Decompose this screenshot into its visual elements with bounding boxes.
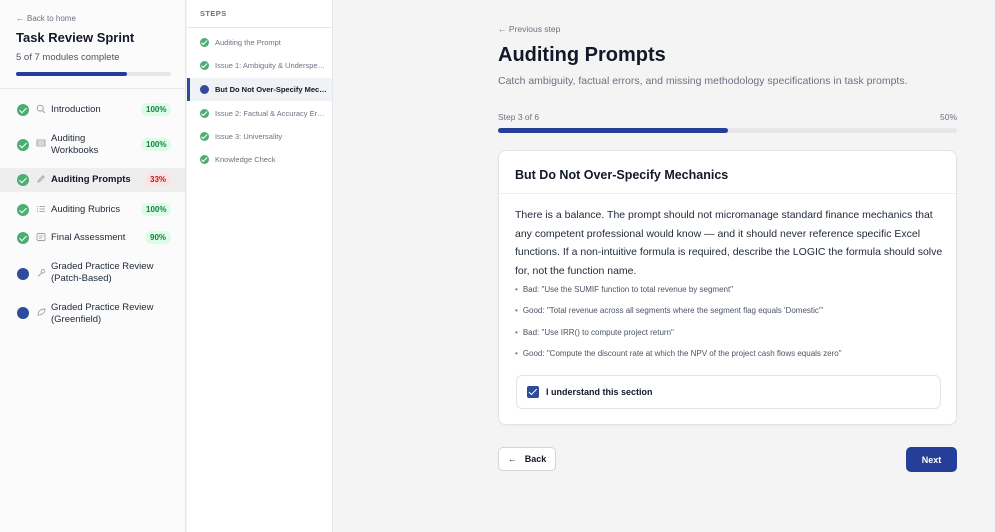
divider [187,27,332,28]
next-button[interactable]: Next [906,447,957,472]
status-dot [17,307,29,319]
step-label: But Do Not Over-Specify Mechanics [215,85,327,94]
step-item-knowledge-check[interactable]: Knowledge Check [187,148,332,170]
wrench-icon [36,268,46,280]
check-circle-icon [17,139,29,151]
divider [499,193,956,194]
back-button[interactable]: ← Back [498,447,556,471]
previous-step-link[interactable]: ← Previous step [498,24,560,34]
arrow-left-icon: ← [498,24,507,34]
step-item-auditing-the-prompt[interactable]: Auditing the Prompt [187,31,332,53]
step-progress-fill [498,128,728,133]
course-progress-text: 5 of 7 modules complete [16,52,120,63]
acknowledge-label: I understand this section [546,387,653,397]
course-title: Task Review Sprint [16,30,135,45]
course-progress-bar [16,72,171,76]
step-counter: Step 3 of 6 [498,112,540,122]
module-item-final-assessment[interactable]: Final Assessment 90% [0,227,185,249]
status-dot [200,85,209,94]
module-item-auditing-prompts[interactable]: Auditing Prompts 33% [0,168,185,192]
step-label: Issue 1: Ambiguity & Underspecification [215,60,327,70]
check-circle-icon [200,154,209,164]
arrow-left-icon: ← [507,454,517,464]
list-item: Good: "Compute the discount rate at whic… [515,348,842,369]
acknowledge-section[interactable]: I understand this section [516,375,941,409]
steps-panel: STEPS Auditing the Prompt Issue 1: Ambig… [187,0,333,532]
module-item-graded-practice-patch[interactable]: Graded Practice Review (Patch-Based) [0,259,185,289]
module-label: Auditing Rubrics [51,204,121,215]
check-circle-icon [200,131,209,141]
check-circle-icon [17,232,29,244]
module-label: Introduction [51,104,101,115]
table-icon [36,138,46,150]
module-badge: 90% [145,231,172,244]
list-item: Bad: "Use the SUMIF function to total re… [515,284,842,305]
module-item-auditing-workbooks[interactable]: Auditing Workbooks 100% [0,130,185,160]
pencil-icon [36,174,46,186]
step-label: Issue 2: Factual & Accuracy Errors [215,108,327,118]
module-label: Graded Practice Review (Patch-Based) [51,261,154,284]
course-progress-fill [16,72,127,76]
acknowledge-checkbox[interactable] [527,386,539,398]
module-badge: 100% [141,203,172,216]
search-icon [36,104,46,116]
arrow-left-icon: ← [16,14,24,23]
step-label: Knowledge Check [215,154,276,164]
back-to-home-link[interactable]: ← Back to home [16,14,76,23]
document-icon [36,232,46,244]
list-item: Bad: "Use IRR() to compute project retur… [515,327,842,348]
module-label: Final Assessment [51,232,126,243]
step-percent: 50% [939,112,957,122]
check-circle-icon [200,37,209,47]
module-label: Auditing Workbooks [51,133,99,156]
step-label: Auditing the Prompt [215,37,281,47]
step-progress-bar [498,128,957,133]
check-circle-icon [17,204,29,216]
check-circle-icon [200,60,209,70]
modules-sidebar: ← Back to home Task Review Sprint 5 of 7… [0,0,186,532]
steps-heading: STEPS [200,9,227,18]
example-list: Bad: "Use the SUMIF function to total re… [515,284,842,369]
check-circle-icon [17,174,29,186]
card-paragraph: There is a balance. The prompt should no… [515,209,943,277]
step-item-issue-1[interactable]: Issue 1: Ambiguity & Underspecification [187,54,332,76]
module-badge: 33% [145,173,172,186]
page-title: Auditing Prompts [498,44,666,66]
module-badge: 100% [141,138,172,151]
page-description: Catch ambiguity, factual errors, and mis… [498,75,908,87]
step-label: Issue 3: Universality [215,131,283,141]
check-circle-icon [17,104,29,116]
list-item: Good: "Total revenue across all segments… [515,305,842,326]
step-item-issue-3[interactable]: Issue 3: Universality [187,125,332,147]
list-icon [36,204,46,216]
card-title: But Do Not Over-Specify Mechanics [515,168,729,182]
module-item-graded-practice-greenfield[interactable]: Graded Practice Review (Greenfield) [0,301,185,331]
status-dot [17,268,29,280]
step-item-issue-2[interactable]: Issue 2: Factual & Accuracy Errors [187,102,332,124]
content-card: But Do Not Over-Specify Mechanics There … [498,150,957,425]
main-content: ← Previous step Auditing Prompts Catch a… [334,0,995,532]
divider [0,88,185,89]
module-label: Auditing Prompts [51,174,131,185]
module-badge: 100% [141,103,172,116]
leaf-icon [36,307,46,319]
module-item-auditing-rubrics[interactable]: Auditing Rubrics 100% [0,199,185,221]
check-circle-icon [200,108,209,118]
module-item-introduction[interactable]: Introduction 100% [0,99,185,121]
module-label: Graded Practice Review (Greenfield) [51,302,154,325]
step-item-over-specify[interactable]: But Do Not Over-Specify Mechanics [187,78,332,101]
